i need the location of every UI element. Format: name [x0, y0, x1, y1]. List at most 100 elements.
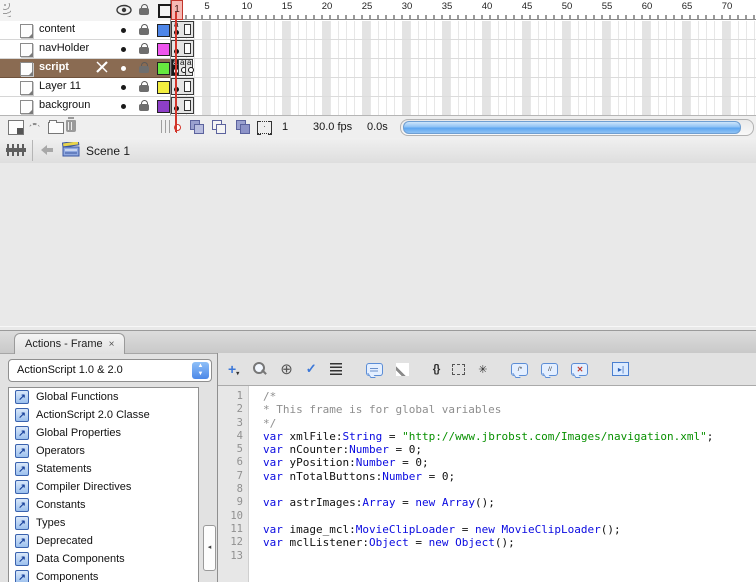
- debug-options-button[interactable]: [395, 362, 409, 376]
- stepper-down-icon[interactable]: ▼: [198, 371, 204, 377]
- stepper-up-icon[interactable]: ▲: [198, 363, 204, 369]
- back-button[interactable]: [40, 144, 54, 156]
- layer-lock-icon[interactable]: [139, 62, 150, 74]
- code-line[interactable]: /*: [263, 390, 756, 403]
- code-line[interactable]: [263, 483, 756, 496]
- layer-lock-icon[interactable]: [139, 100, 150, 112]
- show-hide-toolbox-button[interactable]: ▸|: [612, 362, 630, 376]
- scene-breadcrumb[interactable]: Scene 1: [86, 144, 130, 158]
- check-syntax-button[interactable]: ✓: [306, 361, 317, 377]
- timeline-toggle-icon[interactable]: [6, 143, 26, 157]
- layer-outline-color-swatch[interactable]: [157, 81, 170, 94]
- center-frame-button[interactable]: [190, 120, 205, 134]
- toolbox-category-item[interactable]: ↗ Data Components: [9, 550, 198, 568]
- code-line[interactable]: var image_mcl:MovieClipLoader = new Movi…: [263, 523, 756, 536]
- apply-block-comment-button[interactable]: /*: [511, 362, 529, 376]
- code-line[interactable]: var mclListener:Object = new Object();: [263, 536, 756, 549]
- panel-grip-icon[interactable]: [3, 3, 11, 17]
- layer-row[interactable]: Layer 11: [0, 78, 170, 97]
- layer-visibility-dot[interactable]: [121, 85, 126, 90]
- add-script-item-button[interactable]: + ▾: [228, 361, 239, 377]
- toolbox-category-item[interactable]: ↗ Compiler Directives: [9, 478, 198, 496]
- show-code-hint-button[interactable]: [365, 362, 383, 376]
- code-line[interactable]: var yPosition:Number = 0;: [263, 456, 756, 469]
- delete-layer-button[interactable]: [66, 117, 76, 132]
- auto-format-button[interactable]: [329, 361, 342, 377]
- code-line[interactable]: var xmlFile:String = "http://www.jbrobst…: [263, 430, 756, 443]
- code-editor[interactable]: /* * This frame is for global variables */…: [250, 386, 756, 582]
- code-line[interactable]: [263, 510, 756, 523]
- remove-comment-button[interactable]: ✕: [571, 362, 589, 376]
- layer-row[interactable]: script: [0, 59, 170, 78]
- toolbox-category-item[interactable]: ↗ Operators: [9, 442, 198, 460]
- edit-multiple-frames-button[interactable]: ·: [257, 120, 272, 135]
- layer-lock-icon[interactable]: [139, 43, 150, 55]
- insert-target-path-button[interactable]: ⊕: [280, 361, 293, 378]
- code-line[interactable]: var astrImages:Array = new Array();: [263, 496, 756, 509]
- select-stepper-icon[interactable]: ▲ ▼: [192, 362, 209, 379]
- layer-name[interactable]: navHolder: [39, 42, 89, 54]
- toolbox-category-item[interactable]: ↗ ActionScript 2.0 Classe: [9, 406, 198, 424]
- toolbox-category-item[interactable]: ↗ Components: [9, 568, 198, 582]
- timeline-scrollbar[interactable]: [400, 119, 754, 136]
- eye-icon[interactable]: [116, 4, 132, 16]
- code-line[interactable]: var nTotalButtons:Number = 0;: [263, 470, 756, 483]
- frame-grid[interactable]: aaaa: [171, 21, 756, 116]
- layer-name[interactable]: script: [39, 61, 69, 73]
- layer-name[interactable]: backgroun: [39, 99, 90, 111]
- collapse-toolbox-button[interactable]: ◂: [203, 525, 216, 571]
- expand-all-button[interactable]: ✳: [478, 361, 487, 377]
- layer-frame-row[interactable]: aaa: [171, 59, 756, 78]
- layer-outline-color-swatch[interactable]: [157, 100, 170, 113]
- layer-visibility-dot[interactable]: [121, 66, 126, 71]
- layer-row[interactable]: content: [0, 21, 170, 40]
- layer-outline-color-swatch[interactable]: [157, 43, 170, 56]
- layer-name[interactable]: content: [39, 23, 75, 35]
- collapse-selection-button[interactable]: [452, 361, 466, 377]
- layer-frame-row[interactable]: [171, 40, 756, 59]
- playhead-line[interactable]: [175, 12, 177, 132]
- layer-row[interactable]: backgroun: [0, 97, 170, 116]
- actionscript-version-select[interactable]: ActionScript 1.0 & 2.0 ▲ ▼: [8, 359, 212, 382]
- stage-area[interactable]: [0, 163, 756, 493]
- layer-outline-color-swatch[interactable]: [157, 24, 170, 37]
- code-line[interactable]: [263, 550, 756, 563]
- layer-visibility-dot[interactable]: [121, 47, 126, 52]
- tab-close-icon[interactable]: ×: [109, 339, 115, 350]
- frame-ruler[interactable]: 1 5 10 15 20 25 30 35 40 45 50 55 60 65 70: [171, 0, 756, 20]
- code-line[interactable]: */: [263, 417, 756, 430]
- layer-frame-row[interactable]: [171, 97, 756, 116]
- layer-visibility-dot[interactable]: [121, 104, 126, 109]
- layer-frame-row[interactable]: [171, 78, 756, 97]
- toolbox-category-item[interactable]: ↗ Deprecated: [9, 532, 198, 550]
- toolbox-category-item[interactable]: ↗ Global Functions: [9, 388, 198, 406]
- apply-line-comment-button[interactable]: //: [541, 362, 559, 376]
- layer-frame-row[interactable]: a: [171, 21, 756, 40]
- outline-column-icon[interactable]: [158, 4, 172, 18]
- toolbox-splitter[interactable]: ◂: [197, 387, 217, 582]
- layer-visibility-dot[interactable]: [121, 28, 126, 33]
- toolbox-category-item[interactable]: ↗ Statements: [9, 460, 198, 478]
- find-button[interactable]: [252, 361, 267, 377]
- toolbox-category-item[interactable]: ↗ Types: [9, 514, 198, 532]
- add-motion-guide-button[interactable]: [28, 120, 42, 133]
- layer-lock-icon[interactable]: [139, 24, 150, 36]
- insert-layer-button[interactable]: [8, 120, 24, 135]
- action-keyframe[interactable]: a: [185, 59, 194, 76]
- code-line[interactable]: var nCounter:Number = 0;: [263, 443, 756, 456]
- frame-rate-value[interactable]: 30.0 fps: [313, 121, 352, 133]
- playhead-frame-indicator[interactable]: 1: [171, 0, 183, 20]
- toolbox-category-item[interactable]: ↗ Global Properties: [9, 424, 198, 442]
- collapse-between-braces-button[interactable]: {}: [433, 361, 441, 377]
- code-line[interactable]: * This frame is for global variables: [263, 403, 756, 416]
- insert-layer-folder-button[interactable]: [48, 120, 64, 134]
- layer-outline-color-swatch[interactable]: [157, 62, 170, 75]
- onion-skin-button[interactable]: [212, 120, 227, 134]
- toolbox-category-item[interactable]: ↗ Constants: [9, 496, 198, 514]
- actions-frame-tab[interactable]: Actions - Frame ×: [14, 333, 126, 354]
- timeline-scrollbar-thumb[interactable]: [403, 121, 741, 134]
- layer-row[interactable]: navHolder: [0, 40, 170, 59]
- panel-resize-handle[interactable]: [161, 120, 171, 133]
- layer-name[interactable]: Layer 11: [39, 80, 81, 92]
- lock-column-icon[interactable]: [139, 4, 150, 16]
